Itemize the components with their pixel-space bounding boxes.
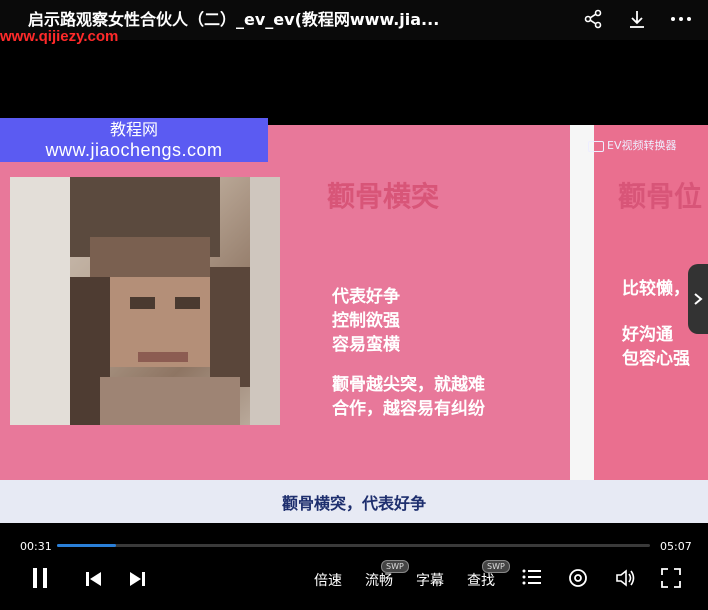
volume-icon	[616, 569, 635, 587]
slide-line: 代表好争	[332, 287, 400, 307]
skip-forward-icon	[130, 572, 145, 586]
pause-icon	[33, 568, 47, 588]
previous-button[interactable]	[85, 571, 103, 587]
presenter-webcam	[10, 177, 280, 425]
next-video-button[interactable]	[688, 264, 708, 334]
slide-text-block-b: 颧骨越尖突，就越难 合作，越容易有纠纷	[332, 373, 485, 421]
skip-back-icon	[86, 572, 101, 586]
list-icon	[522, 569, 541, 585]
next-slide-title: 颧骨位	[618, 180, 703, 213]
pause-button[interactable]	[30, 566, 50, 590]
fullscreen-button[interactable]	[661, 568, 681, 588]
site-watermark-url: www.qijiezy.com	[0, 28, 119, 45]
fullscreen-icon	[661, 568, 681, 588]
settings-button[interactable]	[568, 568, 588, 588]
caption-button[interactable]: 字幕	[416, 570, 444, 590]
video-title: 启示路观察女性合伙人（二）_ev_ev(教程网www.jia...	[28, 10, 440, 29]
video-frame[interactable]: EV视频转换器 颧骨横突 代表好争 控制欲强 容易蛮横 颧骨越尖突，就越难 合作…	[0, 125, 708, 523]
subtitle-band: 颧骨横突，代表好争	[0, 480, 708, 523]
chevron-right-icon	[694, 293, 703, 305]
video-subtitle: 颧骨横突，代表好争	[281, 494, 426, 513]
duration: 05:07	[660, 540, 692, 553]
slide-line: 控制欲强	[332, 311, 400, 331]
slide-line: 比较懒，	[622, 279, 690, 299]
site-watermark-box: 教程网 www.jiaochengs.com	[0, 118, 268, 162]
quality-button[interactable]: 流畅	[365, 570, 393, 590]
slide-line: 容易蛮横	[332, 335, 400, 355]
camera-icon	[588, 140, 604, 152]
share-icon[interactable]	[580, 6, 606, 32]
progress-fill	[57, 544, 117, 547]
next-slide-text-a: 比较懒，	[622, 277, 690, 301]
next-slide-text-b: 好沟通 包容心强	[622, 323, 690, 371]
progress-bar[interactable]	[57, 544, 650, 547]
slide-line: 好沟通	[622, 325, 673, 345]
playlist-button[interactable]	[522, 568, 542, 586]
speed-button[interactable]: 倍速	[314, 570, 342, 590]
next-button[interactable]	[128, 571, 146, 587]
ev-logo: EV视频转换器	[588, 137, 676, 153]
player-controls: 00:31 05:07 倍速 SWP 流畅 字幕 SWP 查找	[0, 523, 708, 610]
target-icon	[569, 569, 587, 587]
more-icon[interactable]	[668, 6, 694, 32]
volume-button[interactable]	[615, 568, 637, 588]
slide-line: 颧骨越尖突，就越难	[332, 375, 485, 395]
slide-line: 合作，越容易有纠纷	[332, 399, 485, 419]
download-icon[interactable]	[624, 6, 650, 32]
slide-title: 颧骨横突	[327, 180, 440, 213]
slide-line: 包容心强	[622, 349, 690, 369]
slide-text-block-a: 代表好争 控制欲强 容易蛮横	[332, 285, 400, 357]
search-button[interactable]: 查找	[467, 570, 495, 590]
current-time: 00:31	[20, 540, 52, 553]
slide-divider	[570, 125, 594, 480]
